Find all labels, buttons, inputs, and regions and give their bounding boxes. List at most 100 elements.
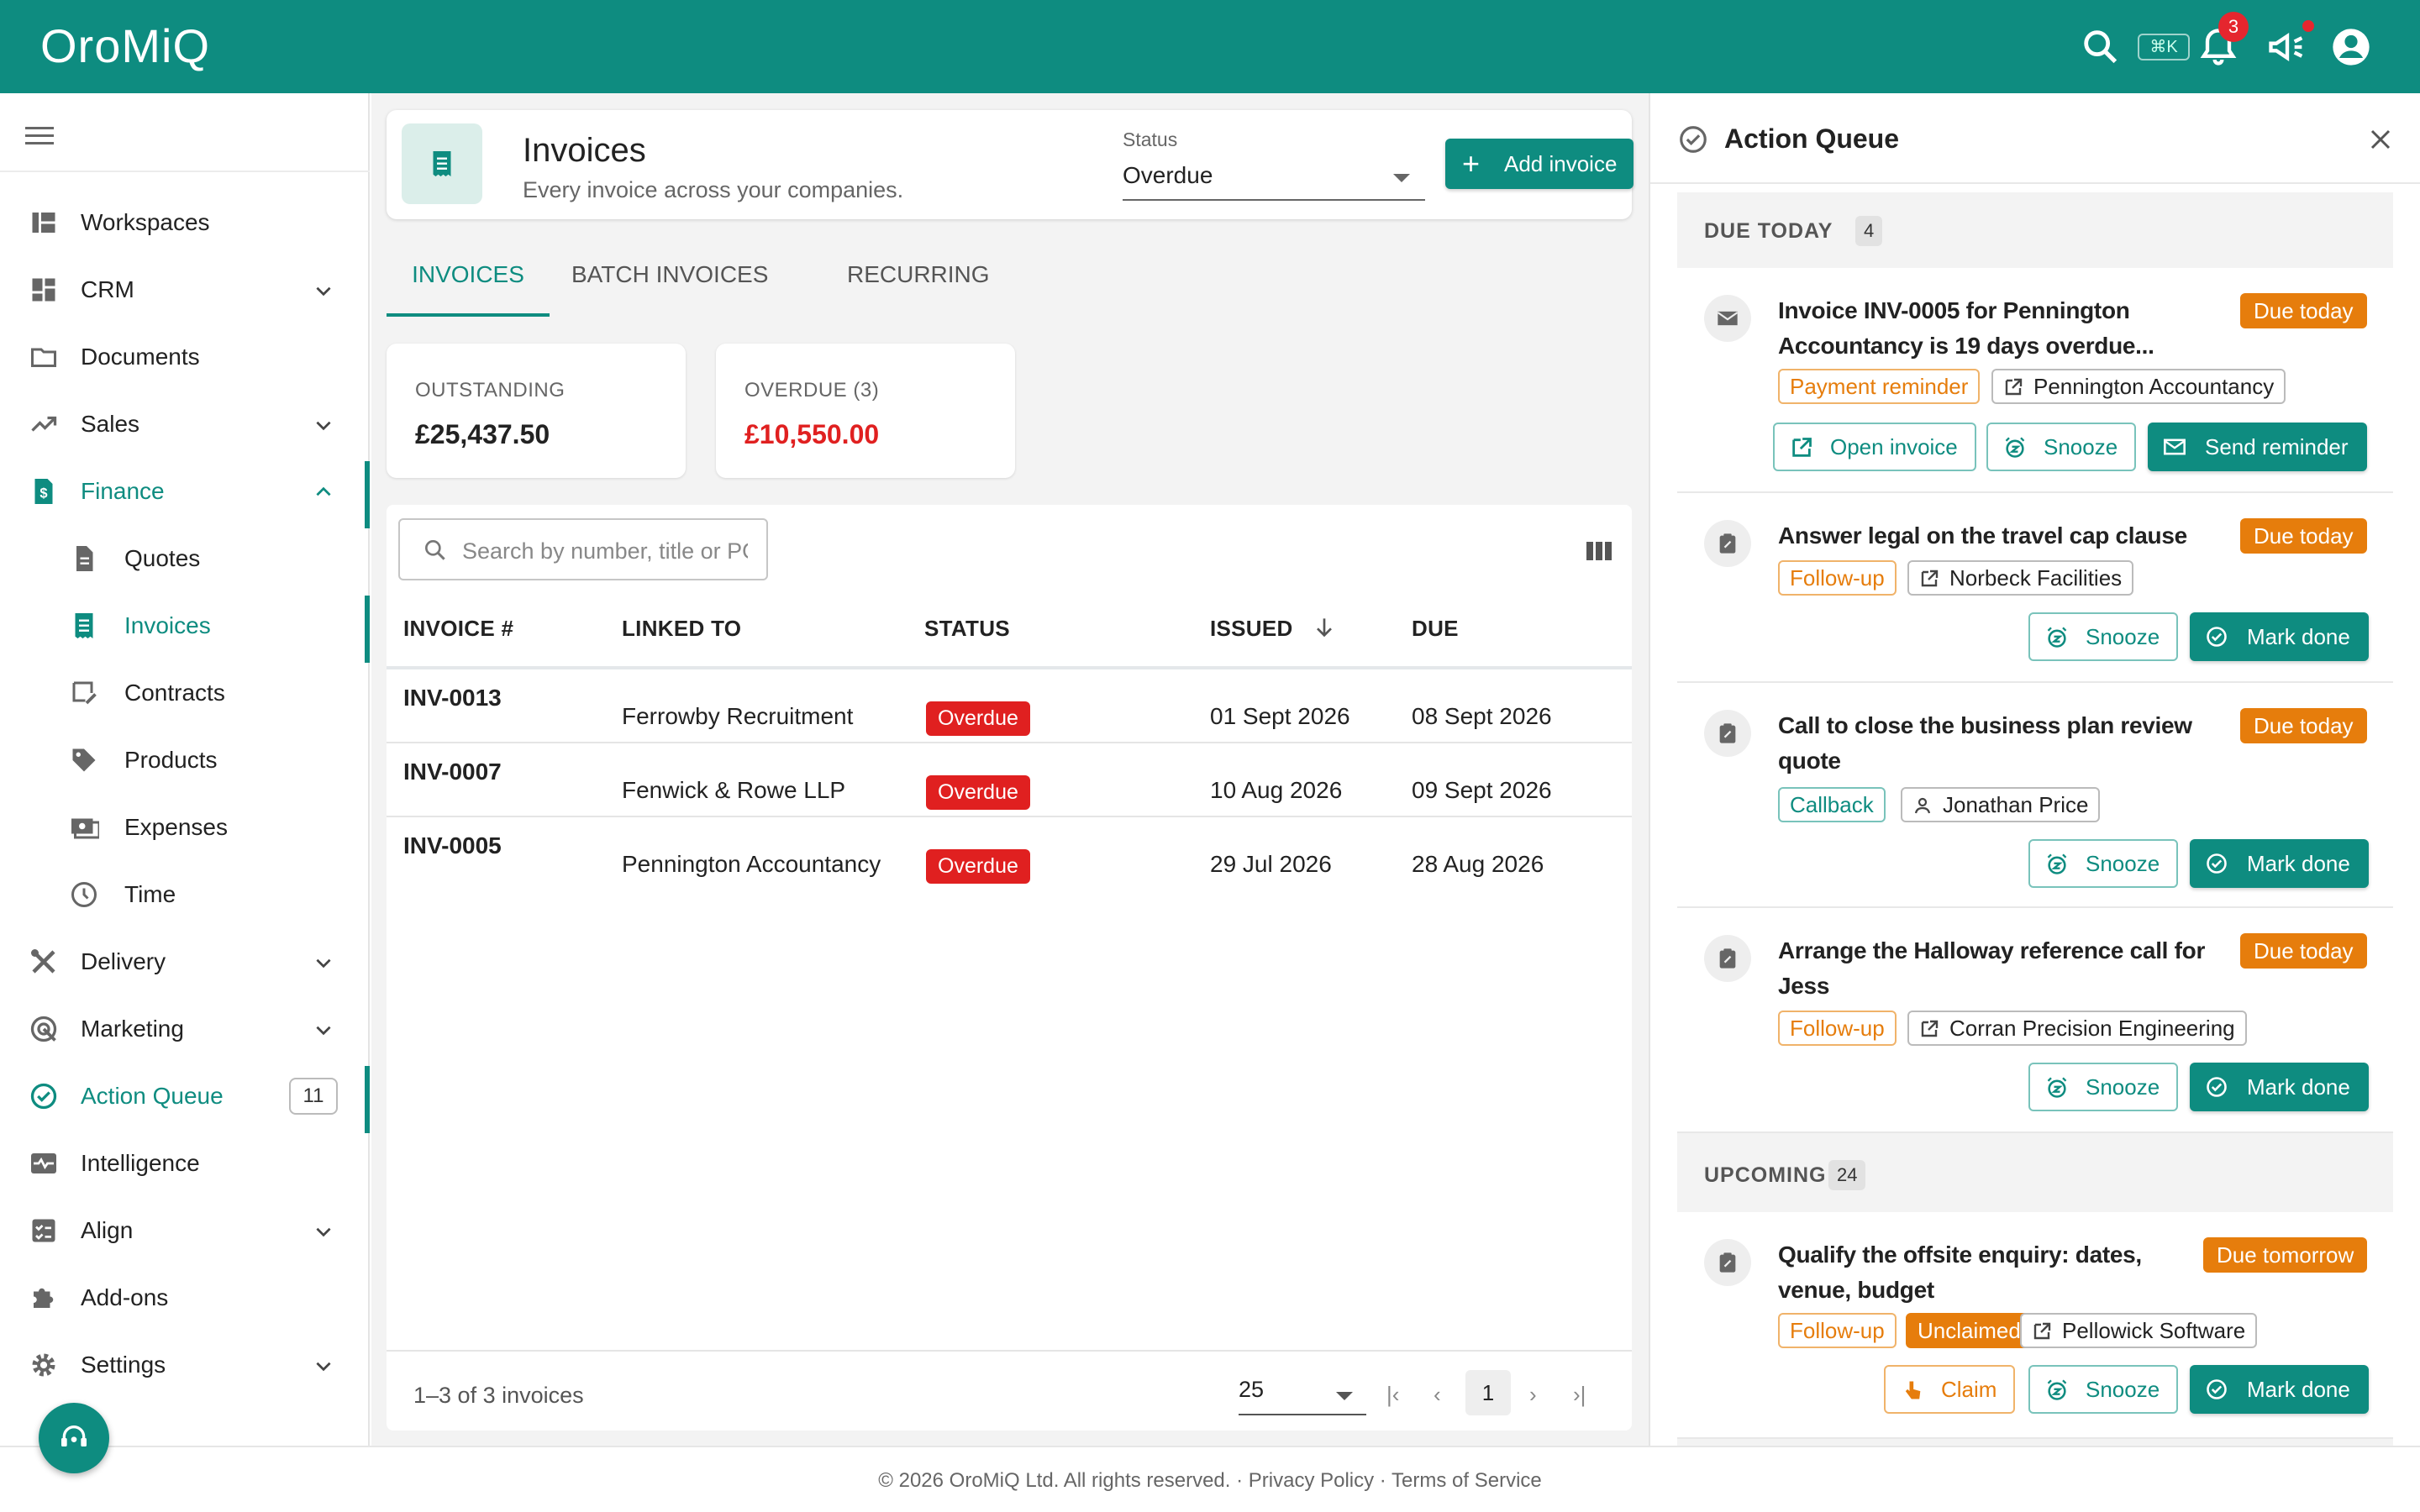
sort-arrow-down-icon[interactable]: [1311, 614, 1338, 641]
checklist-icon: [32, 1219, 55, 1242]
sidebar-item-finance[interactable]: $ Finance: [0, 461, 370, 528]
column-header-issued[interactable]: ISSUED: [1210, 616, 1293, 642]
select-underline: [1239, 1414, 1366, 1415]
sidebar-item-add-ons[interactable]: Add-ons: [0, 1268, 370, 1328]
column-header-status[interactable]: STATUS: [924, 616, 1010, 642]
tab-invoices[interactable]: INVOICES: [387, 249, 550, 317]
rows-per-page-value[interactable]: 25: [1239, 1377, 1264, 1403]
open-invoice-button[interactable]: Open invoice: [1773, 423, 1976, 471]
table-row[interactable]: INV-0005 Pennington Accountancy Overdue …: [387, 817, 1632, 891]
tab-batch-invoices[interactable]: BATCH INVOICES: [571, 249, 768, 317]
mark-done-button[interactable]: Mark done: [2190, 1063, 2369, 1111]
check-circle-icon: [2207, 1077, 2227, 1097]
sidebar-item-align[interactable]: Align: [0, 1200, 370, 1261]
action-item[interactable]: Call to close the business plan review q…: [1677, 683, 2393, 908]
action-item[interactable]: Qualify the offsite enquiry: dates, venu…: [1677, 1212, 2393, 1439]
action-item[interactable]: Answer legal on the travel cap clause Du…: [1677, 493, 2393, 683]
mark-done-button[interactable]: Mark done: [2190, 612, 2369, 661]
puzzle-icon: [34, 1288, 54, 1308]
action-item[interactable]: Arrange the Halloway reference call for …: [1677, 908, 2393, 1133]
account-icon[interactable]: [2329, 25, 2373, 69]
next-page-icon[interactable]: ›: [1529, 1382, 1537, 1408]
invoice-number[interactable]: INV-0005: [403, 832, 502, 859]
search-input[interactable]: Search by number, title or PO: [398, 518, 768, 580]
sidebar-item-invoices[interactable]: Invoices: [0, 596, 370, 663]
status-badge: Overdue: [926, 701, 1030, 736]
app-logo[interactable]: OroMiQ: [40, 18, 210, 73]
sidebar-item-sales[interactable]: Sales: [0, 394, 370, 454]
sidebar-item-contracts[interactable]: Contracts: [0, 663, 370, 723]
claim-button[interactable]: Claim: [1884, 1365, 2016, 1414]
dropdown-arrow-icon[interactable]: [1393, 174, 1410, 182]
current-page[interactable]: 1: [1465, 1370, 1511, 1415]
sidebar-item-time[interactable]: Time: [0, 864, 370, 925]
table-row[interactable]: INV-0013 Ferrowby Recruitment Overdue 01…: [387, 669, 1632, 743]
first-page-icon[interactable]: |‹: [1386, 1382, 1399, 1408]
search-icon[interactable]: [2079, 25, 2123, 69]
sidebar-item-action-queue[interactable]: Action Queue 11: [0, 1066, 370, 1133]
action-title[interactable]: Answer legal on the travel cap clause: [1778, 518, 2232, 554]
sidebar-item-label: Time: [124, 881, 176, 907]
section-due-today: DUE TODAY 4: [1677, 192, 2393, 268]
table-row[interactable]: INV-0007 Fenwick & Rowe LLP Overdue 10 A…: [387, 743, 1632, 817]
tab-recurring[interactable]: RECURRING: [847, 249, 990, 317]
megaphone-icon[interactable]: [2265, 25, 2309, 69]
sidebar-item-crm[interactable]: CRM: [0, 260, 370, 320]
sidebar-item-quotes[interactable]: Quotes: [0, 528, 370, 589]
entity-chip[interactable]: Pellowick Software: [2020, 1313, 2258, 1348]
last-page-icon[interactable]: ›|: [1573, 1382, 1586, 1408]
check-circle-icon: [2207, 1379, 2227, 1399]
action-title[interactable]: Arrange the Halloway reference call for …: [1778, 933, 2232, 1004]
close-icon[interactable]: [2368, 127, 2393, 152]
contract-icon: [72, 681, 97, 705]
sidebar-item-intelligence[interactable]: Intelligence: [0, 1133, 370, 1194]
snooze-button[interactable]: Snooze: [2028, 839, 2179, 888]
invoice-number[interactable]: INV-0013: [403, 685, 502, 711]
action-title[interactable]: Invoice INV-0005 for Pennington Accounta…: [1778, 293, 2232, 364]
avatar: [1704, 295, 1751, 342]
menu-icon[interactable]: [25, 125, 54, 147]
sidebar-item-documents[interactable]: Documents: [0, 327, 370, 387]
action-title[interactable]: Qualify the offsite enquiry: dates, venu…: [1778, 1237, 2181, 1308]
entity-chip[interactable]: Jonathan Price: [1901, 787, 2101, 822]
sidebar-item-marketing[interactable]: Marketing: [0, 999, 370, 1059]
snooze-button[interactable]: Snooze: [1986, 423, 2137, 471]
status-select-value[interactable]: Overdue: [1123, 162, 1213, 189]
entity-chip[interactable]: Corran Precision Engineering: [1907, 1011, 2247, 1046]
support-button[interactable]: [39, 1403, 109, 1473]
sidebar-item-settings[interactable]: Settings: [0, 1335, 370, 1395]
dropdown-arrow-icon[interactable]: [1336, 1392, 1353, 1400]
due-badge: Due today: [2240, 518, 2367, 554]
due-badge: Due today: [2240, 933, 2367, 969]
chevron-down-icon: [316, 1026, 331, 1036]
add-invoice-label: Add invoice: [1504, 151, 1618, 176]
action-item[interactable]: Invoice INV-0005 for Pennington Accounta…: [1677, 268, 2393, 493]
due-badge: Due today: [2240, 293, 2367, 328]
sidebar-item-delivery[interactable]: Delivery: [0, 932, 370, 992]
sidebar-item-expenses[interactable]: Expenses: [0, 797, 370, 858]
action-title[interactable]: Call to close the business plan review q…: [1778, 708, 2232, 779]
add-invoice-button[interactable]: + Add invoice: [1445, 139, 1634, 189]
main-content: Invoices Every invoice across your compa…: [371, 93, 1649, 1446]
mark-done-button[interactable]: Mark done: [2190, 1365, 2369, 1414]
snooze-button[interactable]: Snooze: [2028, 1365, 2179, 1414]
status-select-label: Status: [1123, 129, 1178, 150]
column-header-due[interactable]: DUE: [1412, 616, 1459, 642]
send-reminder-button[interactable]: Send reminder: [2148, 423, 2367, 471]
columns-icon[interactable]: [1586, 542, 1612, 560]
snooze-button[interactable]: Snooze: [2028, 612, 2179, 661]
search-icon: [425, 540, 445, 560]
snooze-button[interactable]: Snooze: [2028, 1063, 2179, 1111]
entity-chip[interactable]: Pennington Accountancy: [1991, 369, 2286, 404]
svg-text:$: $: [39, 486, 47, 501]
sidebar-item-workspaces[interactable]: Workspaces: [0, 192, 370, 253]
mark-done-button[interactable]: Mark done: [2190, 839, 2369, 888]
column-header-invoice[interactable]: INVOICE #: [403, 616, 513, 642]
notification-badge: 3: [2218, 12, 2249, 42]
entity-chip[interactable]: Norbeck Facilities: [1907, 560, 2134, 596]
sidebar-item-products[interactable]: Products: [0, 730, 370, 790]
open-in-new-icon: [2005, 378, 2023, 396]
column-header-linked-to[interactable]: LINKED TO: [622, 616, 741, 642]
invoice-number[interactable]: INV-0007: [403, 759, 502, 785]
prev-page-icon[interactable]: ‹: [1434, 1382, 1441, 1408]
